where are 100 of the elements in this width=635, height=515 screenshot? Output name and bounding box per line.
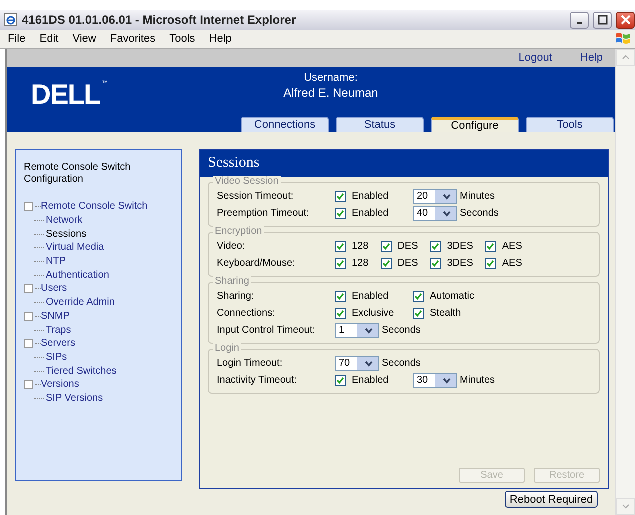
menu-item[interactable]: File	[8, 33, 26, 45]
browser-icon	[4, 13, 18, 27]
caret-icon	[443, 210, 451, 216]
tree-item[interactable]: Traps	[46, 324, 72, 336]
field-label: Session Timeout:	[217, 191, 295, 202]
unit-label: Minutes	[460, 191, 496, 202]
checkbox[interactable]	[335, 241, 346, 252]
close-icon	[620, 15, 630, 25]
checkbox-label: 3DES	[447, 258, 474, 269]
menu-item[interactable]: View	[72, 33, 96, 45]
checkbox-label: Automatic	[430, 291, 474, 302]
checkbox-label: Stealth	[430, 308, 462, 319]
dropdown[interactable]: 20	[413, 189, 457, 204]
checkbox-label: Enabled	[352, 191, 389, 202]
tree-node-box[interactable]	[24, 284, 33, 294]
tree-item[interactable]: Users	[41, 283, 68, 294]
tab[interactable]: Status	[336, 117, 424, 132]
checkbox[interactable]	[485, 258, 496, 269]
tree-node-box[interactable]	[24, 202, 33, 212]
field-label: Login Timeout:	[217, 358, 284, 369]
checkbox-label: AES	[502, 241, 522, 252]
checkbox[interactable]	[335, 208, 346, 219]
field-label: Keyboard/Mouse:	[217, 258, 296, 269]
tree-item[interactable]: Authentication	[46, 270, 110, 281]
header-link[interactable]: Help	[580, 52, 603, 64]
checkbox-label: 128	[352, 241, 369, 252]
checkbox[interactable]	[335, 375, 346, 386]
header-link[interactable]: Logout	[518, 52, 552, 64]
tree-item[interactable]: Override Admin	[46, 297, 115, 308]
field-label: Sharing:	[217, 291, 256, 302]
windows-flag-icon	[615, 32, 631, 46]
checkbox[interactable]	[335, 258, 346, 269]
tab[interactable]: Tools	[526, 117, 614, 132]
caret-icon	[365, 360, 373, 366]
checkbox[interactable]	[380, 258, 392, 269]
tree-item[interactable]: SNMP	[41, 310, 70, 322]
checkbox[interactable]	[335, 191, 346, 202]
checkbox-label: Enabled	[352, 291, 389, 302]
checkbox[interactable]	[430, 258, 442, 269]
sidebar-title: Remote Console Switch Configuration	[24, 162, 132, 186]
dell-logo: DELL$^{™}$	[31, 81, 110, 109]
checkbox-label: DES	[398, 258, 418, 269]
checkbox-label: Exclusive	[352, 308, 394, 319]
dropdown[interactable]: 1	[335, 323, 379, 338]
tree-item[interactable]: Remote Console Switch	[41, 201, 148, 212]
menu-item[interactable]: Favorites	[110, 33, 156, 45]
minimize-button[interactable]	[570, 12, 589, 28]
caret-icon	[443, 378, 451, 384]
group-legend: Encryption	[213, 226, 264, 238]
checkbox[interactable]	[413, 308, 424, 319]
tree-item[interactable]: Tiered Switches	[46, 366, 117, 377]
checkbox[interactable]	[380, 241, 392, 252]
group-legend: Login	[213, 343, 242, 355]
tree-node-box[interactable]	[24, 339, 33, 348]
checkbox-label: AES	[502, 258, 522, 269]
field-label: Video:	[217, 241, 246, 252]
checkbox-label: DES	[398, 241, 418, 252]
dropdown[interactable]: 70	[335, 356, 379, 371]
checkbox[interactable]	[485, 241, 496, 252]
unit-label: Minutes	[460, 375, 496, 386]
checkbox[interactable]	[430, 241, 442, 252]
unit-label: Seconds	[382, 325, 421, 336]
dropdown[interactable]: 40	[413, 206, 457, 221]
window-title: 4161DS 01.01.06.01 - Microsoft Internet Explorer	[22, 13, 298, 27]
tree-item[interactable]: Servers	[41, 338, 76, 350]
tree-item[interactable]: Virtual Media	[46, 242, 104, 254]
field-label: Input Control Timeout:	[217, 325, 316, 336]
tree-item[interactable]: Network	[46, 215, 83, 226]
unit-label: Seconds	[460, 208, 499, 219]
checkbox-label: Enabled	[352, 375, 389, 386]
tree-item[interactable]: Sessions	[46, 228, 87, 240]
checkbox-label: 3DES	[447, 241, 474, 252]
tree-item[interactable]: SIPs	[46, 352, 68, 363]
reboot-required-button[interactable]: Reboot Required	[505, 491, 598, 508]
tree-node-box[interactable]	[24, 312, 33, 321]
checkbox[interactable]	[413, 291, 424, 302]
username-label: Username:	[304, 72, 358, 84]
menu-item[interactable]: Help	[209, 33, 232, 45]
maximize-icon	[598, 15, 608, 25]
dropdown[interactable]: 30	[413, 373, 457, 388]
menu-item[interactable]: Edit	[40, 33, 59, 45]
close-button[interactable]	[616, 12, 635, 28]
field-label: Preemption Timeout:	[217, 208, 310, 219]
checkbox-label: 128	[352, 258, 369, 269]
menu-item[interactable]: Tools	[170, 33, 196, 45]
field-label: Inactivity Timeout:	[217, 375, 298, 386]
panel-title: Sessions	[200, 150, 608, 177]
group-legend: Sharing	[213, 276, 252, 288]
tree-node-box[interactable]	[24, 380, 33, 390]
tree-item[interactable]: Versions	[41, 379, 80, 390]
field-label: Connections:	[217, 308, 276, 319]
tree-item[interactable]: SIP Versions	[46, 392, 104, 404]
maximize-button[interactable]	[593, 12, 612, 28]
checkbox[interactable]	[335, 308, 346, 319]
tab[interactable]: Configure	[431, 117, 519, 132]
checkbox[interactable]	[335, 291, 346, 302]
tree-item[interactable]: NTP	[46, 256, 66, 268]
checkbox-label: Enabled	[352, 208, 389, 219]
caret-icon	[365, 328, 373, 334]
tab[interactable]: Connections	[241, 117, 329, 132]
